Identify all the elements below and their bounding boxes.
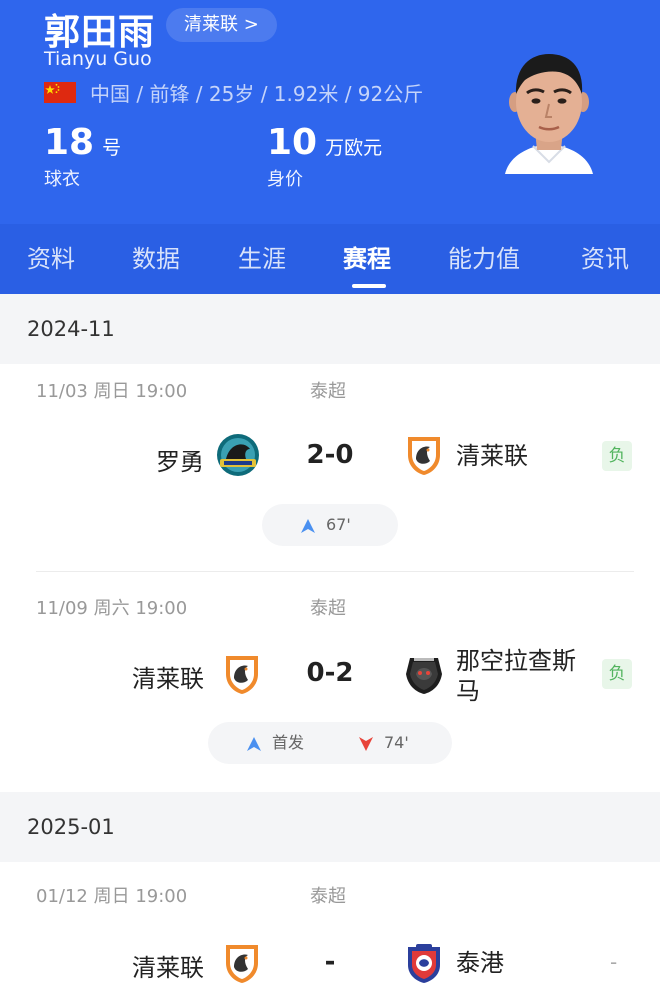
jersey-number: 18 <box>44 122 95 163</box>
result-badge: 负 <box>602 659 632 689</box>
start-arrow-icon <box>247 736 261 751</box>
match-events: 首发 74' <box>208 722 452 764</box>
result-badge: 负 <box>602 441 632 471</box>
tab-bar: 资料 数据 生涯 赛程 能力值 资讯 <box>0 224 660 294</box>
nakhon-ratchasima-crest-icon <box>402 652 446 696</box>
tab-news[interactable]: 资讯 <box>581 224 629 294</box>
sub-out-minute: 74' <box>384 733 409 752</box>
starting-label: 首发 <box>272 733 305 752</box>
match-date: 11/03 周日 19:00 <box>36 381 188 402</box>
away-team-name: 清莱联 <box>456 442 528 470</box>
sub-in-arrow-icon <box>301 518 315 533</box>
jersey-unit: 号 <box>102 137 122 159</box>
club-link-button[interactable]: 清莱联 > <box>166 8 277 42</box>
home-team-name: 清莱联 <box>132 665 204 693</box>
market-value-unit: 万欧元 <box>325 137 383 159</box>
sub-out-event: 74' <box>358 722 409 764</box>
match-date: 11/09 周六 19:00 <box>36 598 188 619</box>
tab-career[interactable]: 生涯 <box>238 224 286 294</box>
jersey-label: 球衣 <box>44 169 80 190</box>
sub-in-event: 67' <box>300 504 351 546</box>
active-tab-indicator <box>352 284 386 288</box>
match-row[interactable]: 01/12 周日 19:00 泰超 清莱联 - 泰港 - <box>0 862 660 991</box>
match-score: 2-0 <box>306 440 354 470</box>
match-league: 泰超 <box>310 381 346 402</box>
sub-out-arrow-icon <box>359 736 373 751</box>
match-row[interactable]: 11/03 周日 19:00 泰超 罗勇 2-0 清莱联 负 67' <box>0 364 660 572</box>
match-events: 67' <box>262 504 398 546</box>
result-badge: - <box>610 950 618 974</box>
player-header: 郭田雨 清莱联 > Tianyu Guo 中国 / 前锋 / 25岁 / 1.9… <box>0 0 660 224</box>
jersey-stat: 18 号 球衣 <box>44 122 121 191</box>
away-team-name: 那空拉查斯马 <box>456 647 576 705</box>
match-date: 01/12 周日 19:00 <box>36 886 188 907</box>
home-team-name: 罗勇 <box>156 448 204 476</box>
market-value-label: 身价 <box>267 169 303 190</box>
market-value-stat: 10 万欧元 身价 <box>267 122 382 191</box>
china-flag-icon <box>44 82 76 103</box>
chiangrai-crest-icon <box>220 941 264 985</box>
chiangrai-crest-icon <box>402 433 446 477</box>
tab-profile[interactable]: 资料 <box>27 224 75 294</box>
player-info: 中国 / 前锋 / 25岁 / 1.92米 / 92公斤 <box>90 82 424 106</box>
match-row[interactable]: 11/09 周六 19:00 泰超 清莱联 0-2 那空拉查斯马 负 首发 74… <box>0 572 660 790</box>
player-avatar <box>503 50 595 174</box>
match-score: - <box>324 947 336 977</box>
chiangrai-crest-icon <box>220 652 264 696</box>
starting-lineup-event: 首发 <box>246 722 304 764</box>
home-team-name: 清莱联 <box>132 954 204 982</box>
tab-stats[interactable]: 数据 <box>132 224 180 294</box>
match-league: 泰超 <box>310 886 346 907</box>
player-name-english: Tianyu Guo <box>44 48 152 70</box>
sub-in-minute: 67' <box>326 515 351 534</box>
market-value-number: 10 <box>267 122 318 163</box>
tab-ability[interactable]: 能力值 <box>448 224 520 294</box>
match-league: 泰超 <box>310 598 346 619</box>
port-fc-crest-icon <box>402 941 446 985</box>
rayong-crest-icon <box>216 433 260 477</box>
match-score: 0-2 <box>306 658 354 688</box>
month-header: 2024-11 <box>0 294 660 364</box>
away-team-name: 泰港 <box>456 949 504 977</box>
month-header: 2025-01 <box>0 792 660 862</box>
